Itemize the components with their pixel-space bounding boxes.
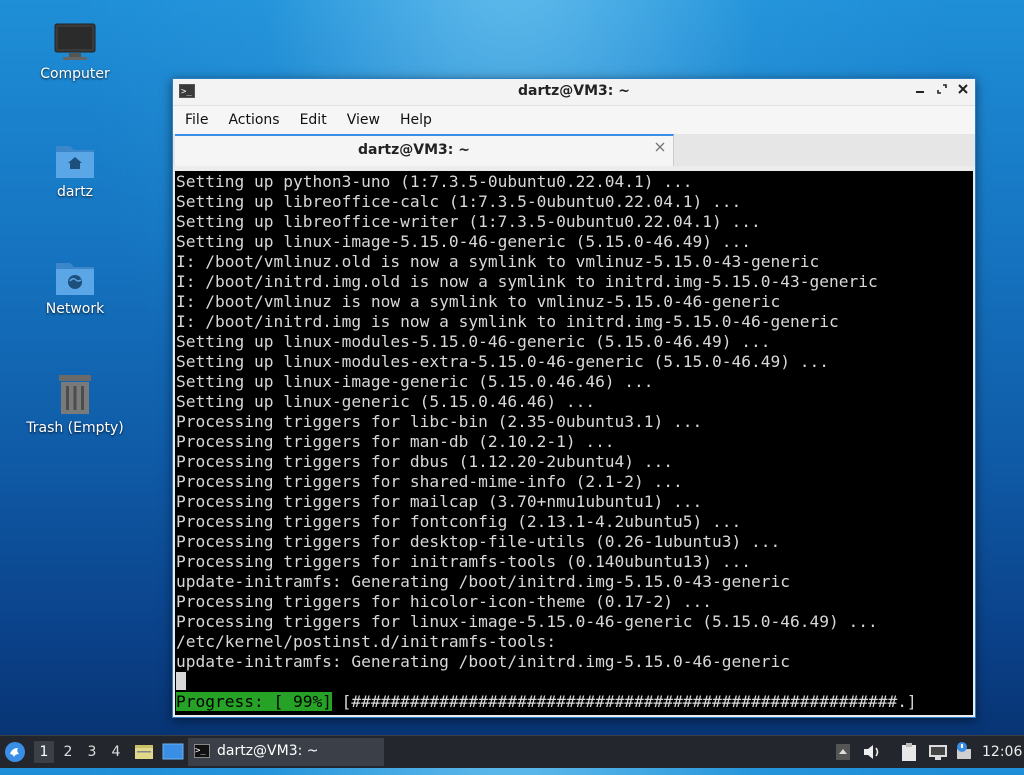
terminal-icon: >_ [194, 744, 210, 758]
close-icon [958, 84, 968, 94]
trash-icon [59, 375, 91, 414]
terminal-line: Processing triggers for shared-mime-info… [176, 472, 683, 491]
progress-line: Progress: [ 99%] [######################… [176, 692, 973, 712]
network-folder-icon [56, 263, 94, 295]
file-manager-icon [135, 745, 153, 759]
workspace-4[interactable]: 4 [106, 741, 126, 763]
terminal-line: update-initramfs: Generating /boot/initr… [176, 572, 790, 591]
volume-button[interactable] [862, 736, 884, 768]
terminal-line: update-initramfs: Generating /boot/initr… [176, 652, 790, 671]
desktop-icon-home-folder[interactable]: dartz [20, 140, 130, 200]
terminal-line: Processing triggers for fontconfig (2.13… [176, 512, 742, 531]
terminal-line: Processing triggers for man-db (2.10.2-1… [176, 432, 615, 451]
workspace-2[interactable]: 2 [58, 741, 78, 763]
terminal-line: I: /boot/initrd.img is now a symlink to … [176, 312, 839, 331]
terminal-line: I: /boot/initrd.img.old is now a symlink… [176, 272, 878, 291]
taskbar-terminal-item[interactable]: >_ dartz@VM3: ~ [188, 738, 384, 766]
clock[interactable]: 12:06 [982, 736, 1022, 768]
menu-help[interactable]: Help [388, 106, 440, 128]
terminal-line: Processing triggers for libc-bin (2.35-0… [176, 412, 703, 431]
desktop-icon-label: Trash (Empty) [26, 420, 124, 436]
terminal-line: Processing triggers for dbus (1.12.20-2u… [176, 452, 674, 471]
network-button[interactable] [928, 736, 948, 768]
desktop-icon-computer[interactable]: Computer [20, 22, 130, 82]
tab-close-button[interactable] [655, 140, 665, 156]
desktop-icon-label: Network [45, 301, 105, 317]
maximize-button[interactable] [933, 82, 951, 100]
terminal-line: Setting up linux-image-5.15.0-46-generic… [176, 232, 751, 251]
desktop-icon-label: dartz [56, 184, 94, 200]
tab-title: dartz@VM3: ~ [358, 142, 470, 158]
clipboard-icon [902, 743, 916, 761]
computer-icon [54, 23, 96, 60]
terminal-line: Setting up libreoffice-writer (1:7.3.5-0… [176, 212, 761, 231]
taskbar: 1 2 3 4 >_ dartz@VM3: ~ 12:06 [0, 735, 1024, 768]
taskbar-item-title: dartz@VM3: ~ [217, 743, 319, 759]
app-menu-icon [5, 742, 25, 762]
terminal-output[interactable]: Setting up python3-uno (1:7.3.5-0ubuntu0… [175, 171, 973, 715]
tray-up-arrow[interactable] [836, 736, 852, 768]
minimize-button[interactable] [911, 82, 929, 100]
text-cursor [176, 672, 186, 690]
network-wired-icon [929, 745, 947, 760]
close-icon [655, 142, 665, 152]
desktop-icon-trash[interactable]: Trash (Empty) [20, 372, 130, 436]
file-manager-launcher[interactable] [134, 736, 154, 768]
updates-button[interactable] [954, 736, 974, 768]
tab-bar: dartz@VM3: ~ [173, 134, 975, 166]
terminal-line: Setting up linux-modules-extra-5.15.0-46… [176, 352, 829, 371]
desktop-icon-network[interactable]: Network [20, 257, 130, 317]
update-notifier-icon [957, 742, 971, 759]
home-folder-icon [56, 146, 94, 178]
menu-view[interactable]: View [335, 106, 388, 128]
clipboard-button[interactable] [900, 736, 920, 768]
terminal-line: Processing triggers for initramfs-tools … [176, 552, 751, 571]
terminal-line: Setting up python3-uno (1:7.3.5-0ubuntu0… [176, 172, 693, 191]
menu-bar: File Actions Edit View Help [173, 106, 975, 134]
terminal-line: Setting up linux-image-generic (5.15.0.4… [176, 372, 654, 391]
terminal-line: Processing triggers for linux-image-5.15… [176, 612, 878, 631]
terminal-window: >_ dartz@VM3: ~ File Actions Edit View Help … [172, 78, 976, 718]
show-desktop-button[interactable] [162, 736, 184, 768]
workspace-1[interactable]: 1 [34, 741, 54, 763]
terminal-line: Setting up libreoffice-calc (1:7.3.5-0ub… [176, 192, 742, 211]
start-menu-button[interactable] [4, 736, 28, 768]
menu-file[interactable]: File [173, 106, 216, 128]
maximize-icon [937, 84, 947, 94]
terminal-line: I: /boot/vmlinuz is now a symlink to vml… [176, 292, 781, 311]
terminal-line: Processing triggers for mailcap (3.70+nm… [176, 492, 703, 511]
terminal-line: /etc/kernel/postinst.d/initramfs-tools: [176, 632, 557, 651]
progress-label: Progress: [ 99%] [176, 692, 332, 711]
cursor-line [176, 672, 973, 692]
volume-icon [864, 745, 879, 759]
progress-bar-text: [#######################################… [331, 692, 917, 711]
terminal-line: Processing triggers for hicolor-icon-the… [176, 592, 713, 611]
workspace-3[interactable]: 3 [82, 741, 102, 763]
terminal-line: Setting up linux-generic (5.15.0.46.46) … [176, 392, 596, 411]
terminal-line: Setting up linux-modules-5.15.0-46-gener… [176, 332, 771, 351]
window-title: dartz@VM3: ~ [518, 83, 630, 99]
terminal-tab[interactable]: dartz@VM3: ~ [175, 134, 674, 166]
window-titlebar[interactable]: >_ dartz@VM3: ~ [173, 79, 975, 106]
desktop-icon [162, 743, 184, 760]
menu-actions[interactable]: Actions [216, 106, 287, 128]
chevron-up-icon [836, 744, 850, 760]
terminal-line: I: /boot/vmlinuz.old is now a symlink to… [176, 252, 820, 271]
terminal-line: Processing triggers for desktop-file-uti… [176, 532, 781, 551]
desktop-icon-label: Computer [40, 66, 110, 82]
close-button[interactable] [954, 82, 972, 100]
minimize-icon [916, 91, 924, 93]
menu-edit[interactable]: Edit [288, 106, 335, 128]
